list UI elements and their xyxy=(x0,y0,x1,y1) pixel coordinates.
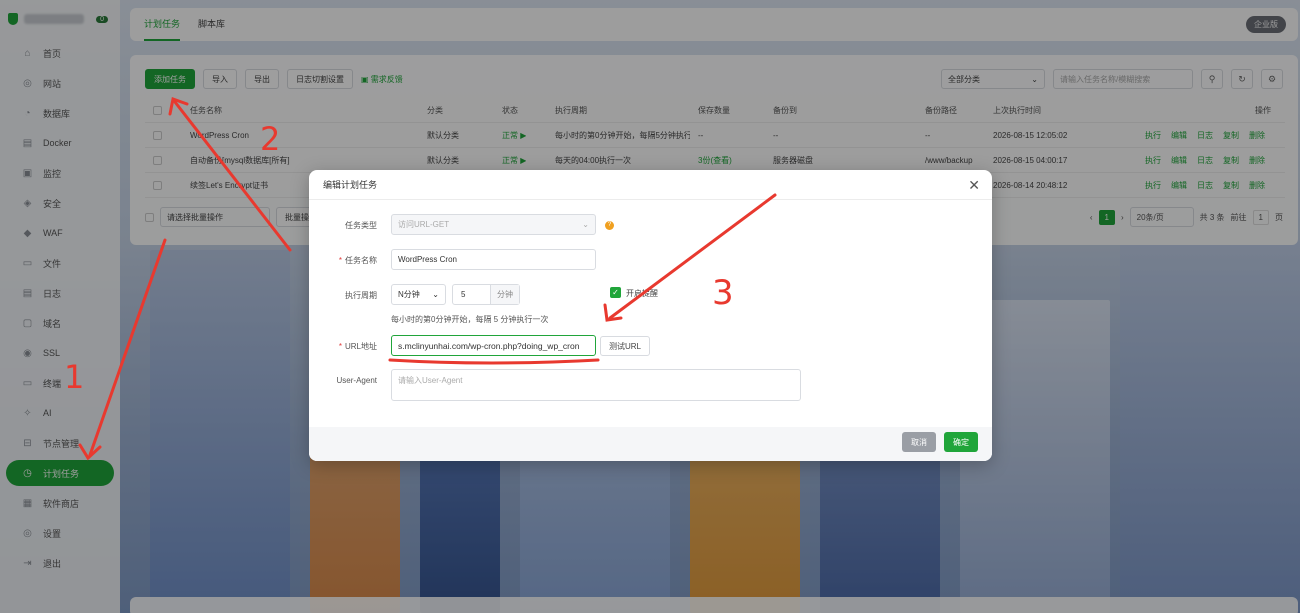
test-url-button[interactable]: 测试URL xyxy=(600,336,651,356)
task-name-label: * 任务名称 xyxy=(338,256,377,265)
url-label: * URL地址 xyxy=(338,342,377,351)
dialog-title: 编辑计划任务 xyxy=(323,180,378,190)
period-unit-select[interactable]: N分钟 ⌄ xyxy=(391,284,446,305)
task-type-value: 访问URL-GET xyxy=(398,220,450,229)
task-name-label-text: 任务名称 xyxy=(345,256,377,265)
reminder-checkbox[interactable]: ✓ xyxy=(610,287,621,298)
task-name-input[interactable]: WordPress Cron xyxy=(391,249,596,270)
edit-task-dialog: 编辑计划任务 ✕ 任务类型 访问URL-GET ⌄ ? * 任务名称 WordPre… xyxy=(309,170,992,461)
chevron-down-icon: ⌄ xyxy=(582,220,589,229)
period-label: 执行周期 xyxy=(345,291,377,300)
chevron-down-icon: ⌄ xyxy=(432,290,439,299)
dialog-footer: 取消 确定 xyxy=(309,427,992,461)
cancel-button[interactable]: 取消 xyxy=(902,432,936,452)
dialog-header: 编辑计划任务 ✕ xyxy=(309,170,992,200)
user-agent-label: User-Agent xyxy=(336,376,377,385)
close-icon[interactable]: ✕ xyxy=(968,170,980,200)
period-suffix: 分钟 xyxy=(490,285,519,304)
period-value-input[interactable]: 5 分钟 xyxy=(452,284,520,305)
url-label-text: URL地址 xyxy=(344,342,377,351)
help-icon[interactable]: ? xyxy=(605,221,614,230)
confirm-button[interactable]: 确定 xyxy=(944,432,978,452)
task-type-select: 访问URL-GET ⌄ xyxy=(391,214,596,235)
url-input[interactable]: s.mclinyunhai.com/wp-cron.php?doing_wp_c… xyxy=(391,335,596,356)
user-agent-textarea[interactable]: 请输入User-Agent xyxy=(391,369,801,401)
period-hint: 每小时的第0分钟开始，每隔 5 分钟执行一次 xyxy=(391,315,549,324)
task-type-label: 任务类型 xyxy=(345,221,377,230)
period-unit-value: N分钟 xyxy=(398,290,420,299)
period-value: 5 xyxy=(461,290,466,299)
reminder-label: 开启提醒 xyxy=(626,289,658,298)
